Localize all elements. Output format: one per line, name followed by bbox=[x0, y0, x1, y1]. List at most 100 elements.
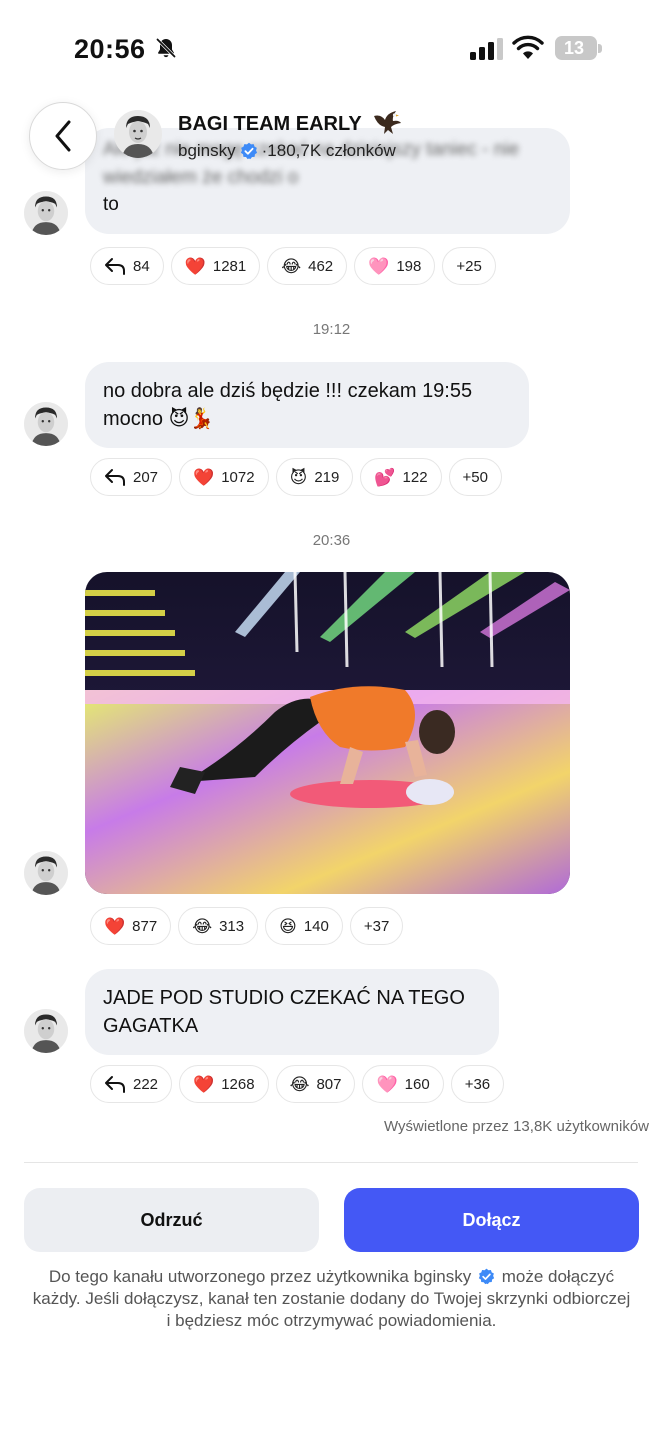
dance-stage-photo bbox=[85, 572, 570, 894]
reaction-count: +50 bbox=[462, 468, 488, 486]
laughing-emoji-icon: 😂 bbox=[281, 256, 302, 276]
more-reactions-pill[interactable]: +50 bbox=[448, 458, 502, 496]
reaction-pill[interactable]: 😈 219 bbox=[275, 458, 354, 496]
more-reactions-pill[interactable]: +36 bbox=[450, 1065, 505, 1103]
message-4-line-2: GAGATKA bbox=[103, 1015, 199, 1037]
reaction-pill[interactable]: ❤️ 877 bbox=[90, 907, 172, 945]
reaction-row-3: ❤️ 877 😂 313 😆 140 +37 bbox=[90, 907, 404, 945]
reaction-count: 122 bbox=[402, 468, 428, 486]
message-2-line-2: mocno 😈💃 bbox=[103, 408, 215, 430]
reaction-count: 807 bbox=[316, 1075, 342, 1093]
reply-reaction[interactable]: 222 bbox=[90, 1065, 173, 1103]
more-reactions-pill[interactable]: +25 bbox=[442, 247, 496, 285]
verified-badge-icon bbox=[478, 1268, 495, 1285]
channel-info-text: Do tego kanału utworzonego przez użytkow… bbox=[30, 1266, 633, 1332]
reaction-count: 207 bbox=[133, 468, 159, 486]
reaction-row-1: 84 ❤️ 1281 😂 462 🩷 198 +25 bbox=[90, 247, 496, 285]
reaction-row-4: 222 ❤️ 1268 😂 807 🩷 160 +36 bbox=[90, 1065, 505, 1103]
message-2-line-1: no dobra ale dziś będzie !!! czekam 19:5… bbox=[103, 380, 473, 402]
sender-avatar[interactable] bbox=[24, 851, 68, 895]
reaction-count: 313 bbox=[219, 917, 245, 935]
message-bubble-2[interactable]: no dobra ale dziś będzie !!! czekam 19:5… bbox=[85, 362, 529, 448]
message-1-last-line: to bbox=[103, 194, 119, 215]
status-time: 20:56 bbox=[74, 34, 146, 64]
channel-username: bginsky bbox=[178, 141, 236, 160]
chevron-left-icon bbox=[55, 120, 71, 152]
reaction-pill[interactable]: 😂 462 bbox=[267, 247, 348, 285]
channel-member-count: ·180,7K członków bbox=[261, 141, 396, 160]
reaction-count: 1072 bbox=[221, 468, 255, 486]
timestamp: 19:12 bbox=[312, 321, 351, 338]
image-message[interactable] bbox=[85, 572, 570, 894]
reaction-pill[interactable]: 🩷 198 bbox=[354, 247, 436, 285]
channel-avatar[interactable] bbox=[114, 110, 162, 158]
devil-emoji-icon: 😈 bbox=[289, 467, 308, 487]
reply-arrow-icon bbox=[105, 1076, 125, 1093]
grinning-squint-emoji-icon: 😆 bbox=[279, 916, 297, 936]
wifi-icon bbox=[512, 35, 544, 59]
reaction-pill[interactable]: 🩷 160 bbox=[362, 1065, 444, 1103]
reaction-count: +37 bbox=[363, 917, 390, 935]
avatar-portrait-icon bbox=[24, 851, 68, 895]
reaction-count: 84 bbox=[133, 257, 150, 275]
views-count: Wyświetlone przez 13,8K użytkowników bbox=[384, 1118, 649, 1135]
reaction-pill[interactable]: ❤️ 1072 bbox=[179, 458, 269, 496]
reject-button[interactable]: Odrzuć bbox=[24, 1188, 319, 1252]
channel-subtitle: bginsky ·180,7K członków bbox=[178, 141, 396, 161]
reply-reaction[interactable]: 207 bbox=[90, 458, 173, 496]
eagle-icon bbox=[374, 111, 401, 134]
reaction-pill[interactable]: ❤️ 1281 bbox=[170, 247, 261, 285]
info-text-part-1: Do tego kanału utworzonego przez użytkow… bbox=[48, 1267, 472, 1286]
channel-title[interactable]: BAGI TEAM EARLY bbox=[178, 113, 362, 136]
reaction-count: 160 bbox=[404, 1075, 430, 1093]
status-bar: 20:56 13 bbox=[0, 0, 663, 100]
battery-tip bbox=[598, 44, 602, 53]
avatar-portrait-icon bbox=[24, 402, 68, 446]
laughing-emoji-icon: 😂 bbox=[192, 916, 213, 936]
reaction-pill[interactable]: 😆 140 bbox=[265, 907, 343, 945]
reaction-count: 198 bbox=[396, 257, 422, 275]
laughing-emoji-icon: 😂 bbox=[289, 1074, 310, 1094]
reply-arrow-icon bbox=[105, 469, 125, 486]
reaction-count: +25 bbox=[456, 257, 482, 275]
avatar-portrait-icon bbox=[24, 1009, 68, 1053]
message-4-line-1: JADE POD STUDIO CZEKAĆ NA TEGO bbox=[103, 987, 465, 1009]
reaction-count: 462 bbox=[308, 257, 334, 275]
reaction-count: 877 bbox=[132, 917, 158, 935]
heart-emoji-icon: ❤️ bbox=[193, 1074, 215, 1094]
reaction-count: 1281 bbox=[212, 257, 247, 275]
timestamp: 20:36 bbox=[312, 532, 351, 549]
sender-avatar[interactable] bbox=[24, 402, 68, 446]
reaction-pill[interactable]: ❤️ 1268 bbox=[179, 1065, 269, 1103]
back-button[interactable] bbox=[29, 102, 97, 170]
reaction-row-2: 207 ❤️ 1072 😈 219 💕 122 +50 bbox=[90, 458, 502, 496]
heart-emoji-icon: ❤️ bbox=[104, 916, 126, 936]
pink-heart-emoji-icon: 🩷 bbox=[376, 1074, 398, 1094]
reaction-count: 219 bbox=[314, 468, 340, 486]
reaction-count: +36 bbox=[464, 1075, 491, 1093]
sender-avatar[interactable] bbox=[24, 1009, 68, 1053]
signal-icon bbox=[470, 38, 503, 60]
battery-level: 13 bbox=[563, 38, 585, 58]
reaction-count: 1268 bbox=[221, 1075, 255, 1093]
pink-heart-emoji-icon: 🩷 bbox=[368, 256, 390, 276]
more-reactions-pill[interactable]: +37 bbox=[349, 907, 404, 945]
heart-emoji-icon: ❤️ bbox=[193, 467, 215, 487]
divider bbox=[24, 1162, 638, 1163]
avatar-portrait-icon bbox=[24, 191, 68, 235]
reaction-count: 222 bbox=[133, 1075, 159, 1093]
join-button[interactable]: Dołącz bbox=[344, 1188, 639, 1252]
verified-badge-icon bbox=[240, 142, 257, 160]
reaction-pill[interactable]: 😂 313 bbox=[178, 907, 259, 945]
battery-icon: 13 bbox=[555, 36, 597, 60]
sender-avatar[interactable] bbox=[24, 191, 68, 235]
reaction-pill[interactable]: 💕 122 bbox=[360, 458, 442, 496]
reaction-count: 140 bbox=[303, 917, 329, 935]
bell-muted-icon bbox=[155, 37, 177, 59]
reply-reaction[interactable]: 84 bbox=[90, 247, 164, 285]
heart-emoji-icon: ❤️ bbox=[184, 256, 206, 276]
reply-arrow-icon bbox=[105, 258, 125, 275]
avatar-portrait-icon bbox=[114, 110, 162, 158]
message-bubble-4[interactable]: JADE POD STUDIO CZEKAĆ NA TEGO GAGATKA bbox=[85, 969, 499, 1055]
reaction-pill[interactable]: 😂 807 bbox=[275, 1065, 356, 1103]
